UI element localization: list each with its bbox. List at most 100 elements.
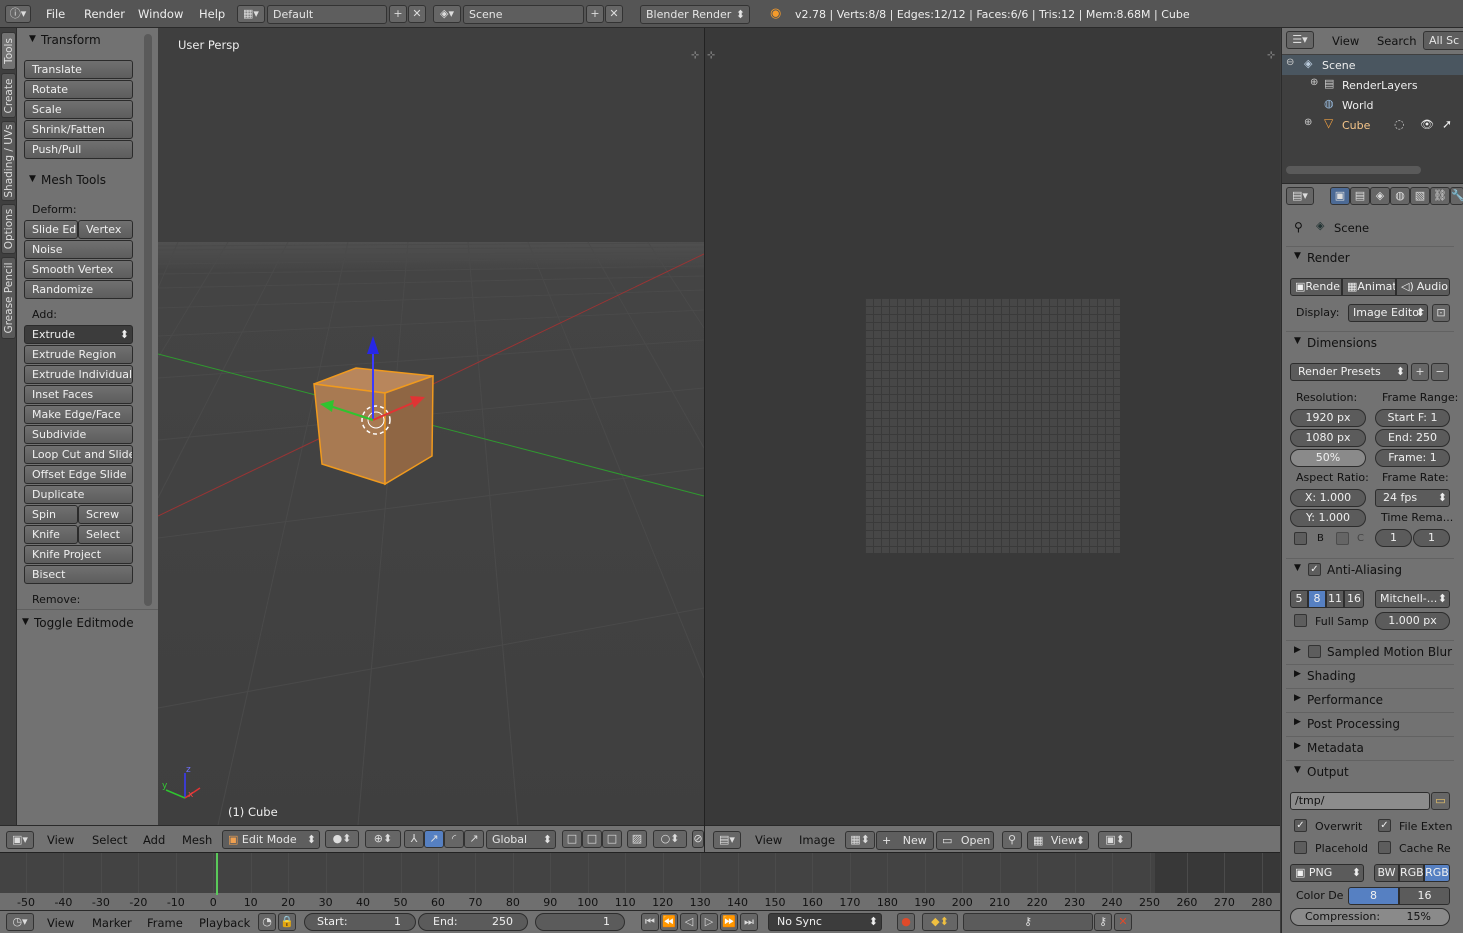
start-frame-field[interactable]: Start: 1	[304, 913, 416, 931]
vertex-slide-button[interactable]: Vertex	[78, 220, 133, 239]
outliner-row-cube[interactable]: ⊕ ▽ Cube ◌ 👁 ➚	[1282, 115, 1463, 135]
area-split-icon[interactable]: ⊹	[1267, 50, 1275, 61]
view-mode-select[interactable]: ▦ View ⬍	[1027, 831, 1089, 850]
resolution-y-field[interactable]: 1080 px	[1290, 429, 1366, 447]
mode-select[interactable]: ▣ Edit Mode ⬍	[222, 830, 320, 849]
mesh-data-icon[interactable]: ◌	[1394, 117, 1404, 131]
current-frame-indicator[interactable]	[216, 853, 218, 895]
tab-grease-pencil[interactable]: Grease Pencil	[1, 257, 16, 339]
aa-samples-8[interactable]: 8	[1308, 590, 1326, 608]
lock-interface-icon[interactable]: ⊡	[1432, 304, 1450, 322]
menu-help[interactable]: Help	[199, 7, 225, 21]
3d-viewport[interactable]: User Persp (1) Cube z y x ⊹	[158, 28, 704, 825]
display-mode-select[interactable]: All Sc	[1423, 31, 1463, 50]
remove-scene-icon[interactable]: ✕	[605, 5, 623, 23]
menu-file[interactable]: File	[46, 7, 65, 21]
render-panel-header[interactable]: ▼ Render	[1286, 246, 1454, 268]
outliner-row-world[interactable]: ◍ World	[1282, 95, 1463, 115]
render-slot-icon[interactable]: ▣⬍	[1098, 831, 1132, 849]
scene-icon[interactable]: ◈▾	[433, 5, 461, 23]
keying-set-icon[interactable]: ⚷	[963, 913, 1093, 931]
play-icon[interactable]: ▷	[700, 913, 718, 931]
area-split-icon[interactable]: ⊹	[707, 50, 715, 61]
render-still-button[interactable]: ▣Render	[1290, 278, 1342, 296]
keying-mode-icon[interactable]: ◆⬍	[922, 913, 958, 931]
display-select[interactable]: Image Editor ⬍	[1348, 304, 1428, 322]
menu-view[interactable]: View	[1332, 34, 1359, 48]
scale-button[interactable]: Scale	[24, 100, 133, 119]
dimensions-panel-header[interactable]: ▼ Dimensions	[1286, 331, 1454, 353]
cache-result-checkbox[interactable]	[1378, 841, 1391, 854]
menu-search[interactable]: Search	[1377, 34, 1417, 48]
render-audio-button[interactable]: ◁) Audio	[1396, 278, 1450, 296]
knife-button[interactable]: Knife	[24, 525, 78, 544]
frame-end-field[interactable]: End: 250	[1375, 429, 1450, 447]
extrude-region-button[interactable]: Extrude Region	[24, 345, 133, 364]
add-preset-icon[interactable]: +	[1411, 363, 1429, 381]
resolution-percentage-slider[interactable]: 50%	[1290, 449, 1366, 467]
bisect-button[interactable]: Bisect	[24, 565, 133, 584]
toggle-editmode-panel-header[interactable]: ▼ Toggle Editmode	[10, 614, 151, 634]
layer-icon[interactable]: □	[562, 830, 582, 848]
tab-options[interactable]: Options	[1, 204, 16, 254]
depth-8-button[interactable]: 8	[1348, 887, 1399, 905]
color-rgb-button[interactable]: RGB	[1399, 864, 1424, 882]
inset-faces-button[interactable]: Inset Faces	[24, 385, 133, 404]
proportional-edit-icon[interactable]: ○⬍	[653, 830, 687, 848]
frame-start-field[interactable]: Start F: 1	[1375, 409, 1450, 427]
push-pull-button[interactable]: Push/Pull	[24, 140, 133, 159]
play-reverse-icon[interactable]: ◁	[680, 913, 698, 931]
rotate-manipulator-icon[interactable]: ◜	[444, 830, 464, 848]
translate-button[interactable]: Translate	[24, 60, 133, 79]
pin-icon[interactable]: ⚲	[1294, 220, 1303, 234]
file-format-select[interactable]: ▣ PNG ⬍	[1290, 864, 1364, 882]
new-image-button[interactable]: + New	[876, 831, 934, 850]
resolution-x-field[interactable]: 1920 px	[1290, 409, 1366, 427]
preview-range-icon[interactable]: ◔	[258, 913, 276, 931]
noise-button[interactable]: Noise	[24, 240, 133, 259]
end-frame-field[interactable]: End: 250	[418, 913, 528, 931]
menu-marker[interactable]: Marker	[92, 916, 132, 930]
add-scene-icon[interactable]: +	[586, 5, 604, 23]
depth-16-button[interactable]: 16	[1399, 887, 1450, 905]
knife-project-button[interactable]: Knife Project	[24, 545, 133, 564]
image-editor[interactable]: ⊹ ⊹	[705, 28, 1280, 825]
screw-button[interactable]: Screw	[78, 505, 133, 524]
motion-blur-checkbox[interactable]	[1308, 645, 1321, 658]
make-edge-face-button[interactable]: Make Edge/Face	[24, 405, 133, 424]
compression-slider[interactable]: Compression: 15%	[1290, 908, 1450, 926]
metadata-panel-header[interactable]: ▶ Metadata	[1286, 736, 1454, 758]
render-context-icon[interactable]: ▣	[1330, 187, 1350, 205]
slide-edge-button[interactable]: Slide Ed	[24, 220, 78, 239]
folder-browse-icon[interactable]: ▭	[1431, 792, 1450, 810]
scene-field[interactable]: Scene	[463, 5, 584, 24]
border-checkbox[interactable]	[1294, 532, 1307, 545]
timeline[interactable]: -50 -40 -30 -20 -10 0 10 20 30 40 50 60 70 80 90 100 110…	[0, 853, 1280, 910]
spin-button[interactable]: Spin	[24, 505, 78, 524]
extrude-dropdown[interactable]: Extrude ⬍	[24, 325, 133, 344]
toolshelf-scrollbar[interactable]	[144, 34, 152, 606]
performance-panel-header[interactable]: ▶ Performance	[1286, 688, 1454, 710]
transform-panel-header[interactable]: ▼ Transform	[17, 31, 158, 51]
filter-size-field[interactable]: 1.000 px	[1375, 612, 1450, 630]
editor-type-icon[interactable]: ▣▾	[6, 831, 34, 849]
world-context-icon[interactable]: ◍	[1390, 187, 1410, 205]
delete-keyframe-icon[interactable]: ✕	[1114, 913, 1132, 931]
menu-playback[interactable]: Playback	[199, 916, 250, 930]
aa-samples-16[interactable]: 16	[1344, 590, 1364, 608]
render-engine-select[interactable]: Blender Render ⬍	[640, 5, 750, 24]
aa-filter-select[interactable]: Mitchell-... ⬍	[1375, 590, 1450, 608]
area-split-icon[interactable]: ⊹	[691, 50, 699, 61]
constraints-context-icon[interactable]: ⛓	[1430, 187, 1450, 205]
open-image-button[interactable]: ▭ Open	[936, 831, 994, 850]
frame-ruler[interactable]	[0, 893, 1280, 910]
area-divider[interactable]	[704, 28, 705, 854]
aa-samples-5[interactable]: 5	[1290, 590, 1308, 608]
editor-type-icon[interactable]: ☰▾	[1286, 31, 1314, 49]
loop-cut-button[interactable]: Loop Cut and Slide	[24, 445, 133, 464]
color-rgba-button[interactable]: RGB	[1424, 864, 1450, 882]
remove-preset-icon[interactable]: −	[1431, 363, 1449, 381]
remap-old-field[interactable]: 1	[1375, 529, 1412, 547]
collapse-icon[interactable]: ⊖	[1286, 57, 1294, 68]
transform-orientation-select[interactable]: Global ⬍	[486, 830, 556, 849]
